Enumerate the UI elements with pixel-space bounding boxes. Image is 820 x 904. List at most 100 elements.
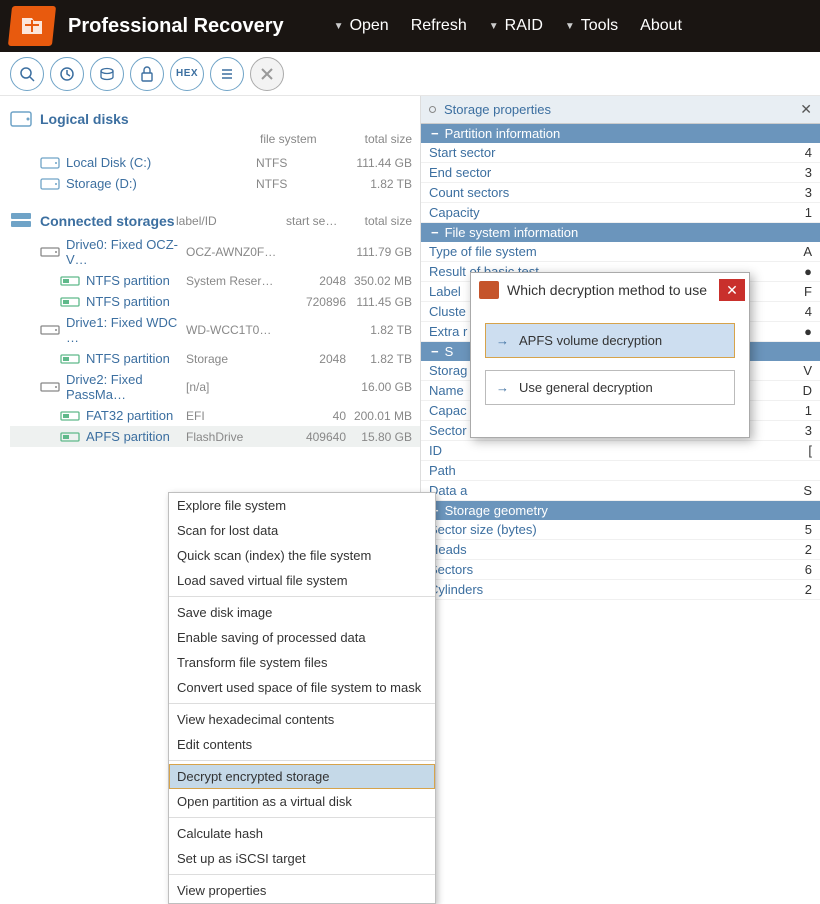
property-group-header[interactable]: −Partition information bbox=[421, 124, 820, 143]
partition-row[interactable]: NTFS partition Storage 2048 1.82 TB bbox=[10, 348, 420, 369]
context-menu-item[interactable]: Calculate hash bbox=[169, 821, 435, 846]
dialog-body: → APFS volume decryption → Use general d… bbox=[471, 309, 749, 437]
property-value: S bbox=[800, 483, 812, 498]
tab-title[interactable]: Storage properties bbox=[444, 102, 800, 117]
property-row: Capacity1 bbox=[421, 203, 820, 223]
partition-start: 409640 bbox=[296, 430, 346, 444]
context-menu-item[interactable]: Set up as iSCSI target bbox=[169, 846, 435, 871]
tab-strip: Storage properties ✕ bbox=[421, 96, 820, 124]
drive-icon bbox=[40, 245, 60, 259]
property-value: 6 bbox=[800, 562, 812, 577]
apfs-decryption-label: APFS volume decryption bbox=[519, 333, 662, 348]
property-value: 2 bbox=[800, 582, 812, 597]
disk-icon[interactable] bbox=[90, 57, 124, 91]
partition-row[interactable]: NTFS partition System Reser… 2048 350.02… bbox=[10, 270, 420, 291]
context-menu-item[interactable]: Enable saving of processed data bbox=[169, 625, 435, 650]
drive-row[interactable]: Drive0: Fixed OCZ-V… OCZ-AWNZ0F… 111.79 … bbox=[10, 234, 420, 270]
partition-row[interactable]: NTFS partition 720896 111.45 GB bbox=[10, 291, 420, 312]
menu-about[interactable]: About bbox=[640, 17, 682, 35]
property-row: ID[ bbox=[421, 441, 820, 461]
general-decryption-button[interactable]: → Use general decryption bbox=[485, 370, 735, 405]
property-value: 3 bbox=[800, 165, 812, 180]
partition-row[interactable]: FAT32 partition EFI 40 200.01 MB bbox=[10, 405, 420, 426]
context-menu-item[interactable]: Convert used space of file system to mas… bbox=[169, 675, 435, 700]
property-key: Start sector bbox=[429, 145, 800, 160]
partition-icon bbox=[60, 295, 80, 309]
partition-icon bbox=[60, 430, 80, 444]
dialog-close-button[interactable]: ✕ bbox=[719, 279, 745, 301]
collapse-icon: − bbox=[431, 344, 439, 359]
property-key: Sector size (bytes) bbox=[429, 522, 800, 537]
context-menu-item[interactable]: Save disk image bbox=[169, 600, 435, 625]
menu-raid[interactable]: ▼RAID bbox=[489, 17, 543, 35]
partition-label: FlashDrive bbox=[186, 430, 296, 444]
context-menu-item[interactable]: View properties bbox=[169, 878, 435, 903]
context-menu-item[interactable]: Open partition as a virtual disk bbox=[169, 789, 435, 814]
col-label: label/ID bbox=[176, 214, 286, 228]
list-icon[interactable] bbox=[210, 57, 244, 91]
property-value: 1 bbox=[800, 205, 812, 220]
property-key: Capacity bbox=[429, 205, 800, 220]
logical-disk-row[interactable]: Storage (D:) NTFS 1.82 TB bbox=[10, 173, 420, 194]
drive-label: [n/a] bbox=[186, 380, 296, 394]
menu-raid-label: RAID bbox=[505, 17, 543, 35]
dialog-header: Which decryption method to use ✕ bbox=[471, 273, 749, 309]
decryption-dialog: Which decryption method to use ✕ → APFS … bbox=[470, 272, 750, 438]
close-icon[interactable] bbox=[250, 57, 284, 91]
menu-refresh[interactable]: Refresh bbox=[411, 17, 467, 35]
drive-name: Drive0: Fixed OCZ-V… bbox=[66, 237, 186, 267]
drive-size: 111.79 GB bbox=[346, 245, 420, 259]
context-menu-item[interactable]: Transform file system files bbox=[169, 650, 435, 675]
hex-icon[interactable]: HEX bbox=[170, 57, 204, 91]
property-row: Sectors6 bbox=[421, 560, 820, 580]
arrow-right-icon: → bbox=[496, 333, 509, 348]
property-value: 3 bbox=[800, 423, 812, 438]
lock-icon[interactable] bbox=[130, 57, 164, 91]
disk-size: 111.44 GB bbox=[346, 156, 420, 170]
property-key: Path bbox=[429, 463, 800, 478]
context-menu-item[interactable]: Scan for lost data bbox=[169, 518, 435, 543]
partition-size: 1.82 TB bbox=[346, 352, 420, 366]
property-key: Cylinders bbox=[429, 582, 800, 597]
search-icon[interactable] bbox=[10, 57, 44, 91]
general-decryption-label: Use general decryption bbox=[519, 380, 653, 395]
property-key: Count sectors bbox=[429, 185, 800, 200]
connected-storages-heading: Connected storages label/ID start se… to… bbox=[10, 208, 420, 234]
apfs-decryption-button[interactable]: → APFS volume decryption bbox=[485, 323, 735, 358]
partition-name: APFS partition bbox=[86, 429, 186, 444]
drive-label: OCZ-AWNZ0F… bbox=[186, 245, 296, 259]
partition-name: FAT32 partition bbox=[86, 408, 186, 423]
property-value: 5 bbox=[800, 522, 812, 537]
context-menu-item[interactable]: Decrypt encrypted storage bbox=[169, 764, 435, 789]
tab-close-icon[interactable]: ✕ bbox=[800, 101, 812, 118]
menu-open[interactable]: ▼Open bbox=[334, 17, 389, 35]
property-group-header[interactable]: −Storage geometry bbox=[421, 501, 820, 520]
drive-icon bbox=[40, 380, 60, 394]
context-menu-item[interactable]: Quick scan (index) the file system bbox=[169, 543, 435, 568]
partition-size: 200.01 MB bbox=[346, 409, 420, 423]
property-group-header[interactable]: −File system information bbox=[421, 223, 820, 242]
drive-row[interactable]: Drive2: Fixed PassMa… [n/a] 16.00 GB bbox=[10, 369, 420, 405]
menu-tools[interactable]: ▼Tools bbox=[565, 17, 618, 35]
group-title: File system information bbox=[445, 225, 579, 240]
disk-name: Storage (D:) bbox=[66, 176, 256, 191]
dialog-icon bbox=[479, 281, 499, 299]
property-value: V bbox=[800, 363, 812, 378]
context-menu-item[interactable]: Load saved virtual file system bbox=[169, 568, 435, 593]
drive-icon bbox=[40, 323, 60, 337]
property-row: Start sector4 bbox=[421, 143, 820, 163]
partition-icon bbox=[60, 274, 80, 288]
arrow-right-icon: → bbox=[496, 380, 509, 395]
time-search-icon[interactable] bbox=[50, 57, 84, 91]
drive-row[interactable]: Drive1: Fixed WDC … WD-WCC1T0… 1.82 TB bbox=[10, 312, 420, 348]
context-menu-item[interactable]: View hexadecimal contents bbox=[169, 707, 435, 732]
context-menu-item[interactable]: Edit contents bbox=[169, 732, 435, 757]
tab-indicator-icon bbox=[429, 106, 436, 113]
logical-disk-row[interactable]: Local Disk (C:) NTFS 111.44 GB bbox=[10, 152, 420, 173]
context-menu-item[interactable]: Explore file system bbox=[169, 493, 435, 518]
collapse-icon: − bbox=[431, 225, 439, 240]
partition-icon bbox=[60, 352, 80, 366]
partition-row[interactable]: APFS partition FlashDrive 409640 15.80 G… bbox=[10, 426, 420, 447]
col-start: start se… bbox=[286, 214, 346, 228]
group-title: Partition information bbox=[445, 126, 561, 141]
